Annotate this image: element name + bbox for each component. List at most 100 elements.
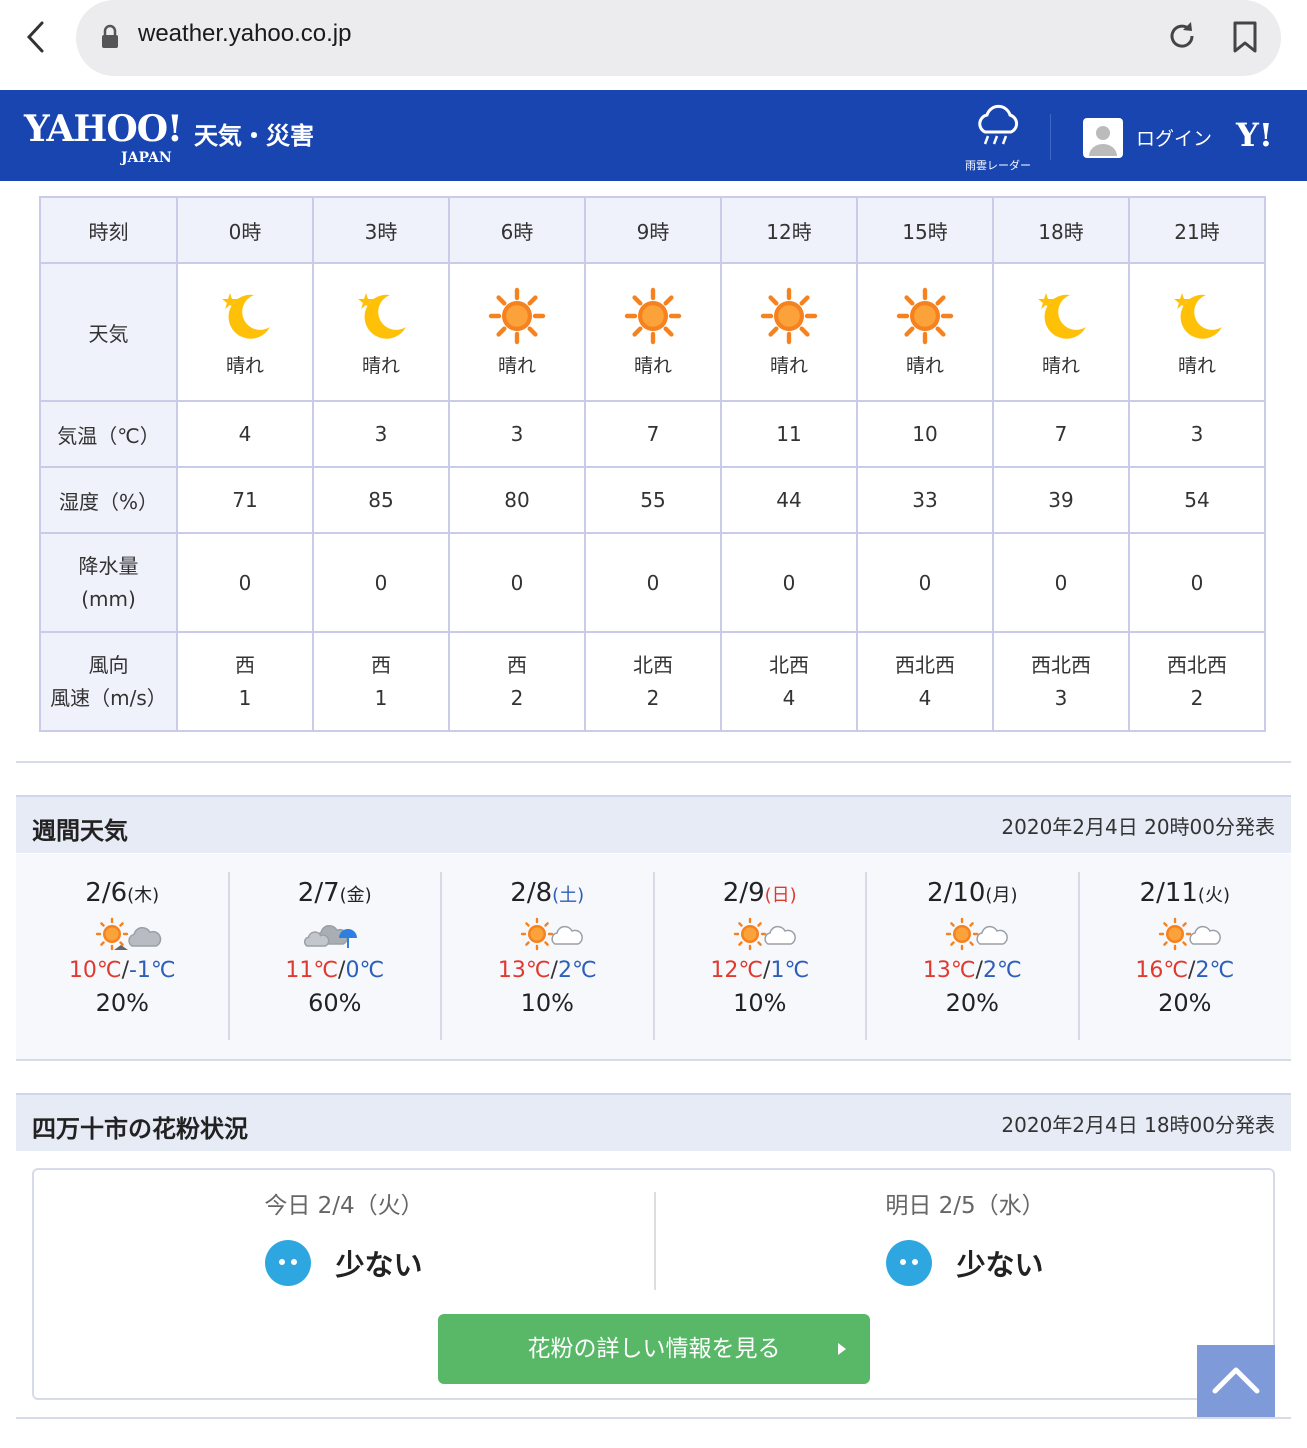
wind-speed: 2: [1190, 685, 1204, 710]
weather-cell: 晴れ: [1128, 262, 1266, 402]
week-dow: (火): [1197, 885, 1230, 906]
wind-speed: 1: [374, 685, 388, 710]
row-header-humidity: 湿度（%）: [39, 466, 178, 534]
precip-cell: 0: [312, 532, 450, 633]
precip-cell: 0: [856, 532, 994, 633]
humidity-cell: 33: [856, 466, 994, 534]
hourly-forecast-table: 時刻 0時 3時 6時 9時 12時 15時 18時 21時 天気 晴れ 晴れ …: [39, 196, 1266, 732]
precip-label: 降水量: [78, 553, 139, 578]
low-temp: 2℃: [982, 958, 1022, 983]
sun-cloud-icon: [1158, 917, 1221, 951]
week-day: 2/11(火) 16℃/2℃ 20%: [1079, 870, 1292, 1042]
pollen-panel: 今日 2/4（火） 少ない 明日 2/5（水） 少ない 花粉の詳しい情報を見る: [32, 1168, 1275, 1400]
weather-label: 晴れ: [633, 354, 672, 377]
low-temp: 1℃: [770, 958, 810, 983]
bookmark-icon[interactable]: [1230, 20, 1260, 54]
time-cell: 0時: [176, 196, 314, 264]
pollen-face-icon: [886, 1240, 933, 1286]
humidity-row: 湿度（%） 71 85 80 55 44 33 39 54: [39, 466, 1266, 534]
pollen-face-icon: [265, 1240, 312, 1286]
precip-cell: 0: [720, 532, 858, 633]
week-day: 2/7(金) 11℃/0℃ 60%: [229, 870, 442, 1042]
temp-cell: 10: [856, 400, 994, 468]
radar-label: 雨雲レーダー: [965, 159, 1031, 172]
humidity-cell: 80: [448, 466, 586, 534]
week-date: 2/11(火): [1079, 878, 1292, 908]
row-header-weather: 天気: [39, 262, 178, 402]
moon-icon: [1038, 292, 1086, 339]
scroll-to-top-button[interactable]: [1197, 1345, 1275, 1417]
logo-sub: JAPAN: [121, 150, 172, 166]
section-divider: [16, 1417, 1291, 1419]
avatar-icon[interactable]: [1083, 118, 1123, 158]
time-cell: 18時: [992, 196, 1130, 264]
precipitation-row: 降水量 (mm) 0 0 0 0 0 0 0 0: [39, 532, 1266, 633]
url-text[interactable]: weather.yahoo.co.jp: [138, 20, 351, 48]
pollen-tomorrow: 明日 2/5（水） 少ない: [655, 1186, 1275, 1286]
yahoo-y-logo[interactable]: Y!: [1236, 116, 1273, 154]
pollen-details-button[interactable]: 花粉の詳しい情報を見る: [438, 1314, 870, 1384]
week-dow: (土): [552, 885, 585, 906]
weather-label: 晴れ: [1177, 354, 1216, 377]
week-day: 2/6(木) 10℃/-1℃ 20%: [16, 870, 229, 1042]
wind-direction: 西北西: [1167, 652, 1227, 677]
high-temp: 10℃: [68, 958, 122, 983]
humidity-cell: 54: [1128, 466, 1266, 534]
weather-label: 晴れ: [769, 354, 808, 377]
sun-cloud-icon: [946, 917, 1009, 951]
chevron-up-icon: [1212, 1367, 1260, 1394]
time-cell: 6時: [448, 196, 586, 264]
wind-direction: 北西: [633, 652, 673, 677]
yahoo-weather-logo[interactable]: YAHOO! JAPAN 天気・災害: [24, 108, 314, 166]
high-temp: 13℃: [497, 958, 551, 983]
week-date-text: 2/8: [510, 878, 553, 908]
pollen-tomorrow-level: 少ない: [655, 1240, 1275, 1286]
pollen-level-text: 少ない: [335, 1248, 423, 1282]
low-temp: -1℃: [128, 958, 176, 983]
high-temp: 12℃: [710, 958, 764, 983]
precip-probability: 20%: [95, 989, 149, 1017]
sun-cloud-icon: [733, 917, 796, 951]
week-date-text: 2/6: [85, 878, 128, 908]
week-temp: 12℃/1℃: [654, 958, 867, 983]
wind-cell: 北西 4: [720, 631, 858, 732]
temp-cell: 3: [312, 400, 450, 468]
wind-dir-label: 風向: [88, 652, 129, 677]
wind-direction: 西北西: [895, 652, 955, 677]
weather-label: 晴れ: [497, 354, 536, 377]
precip-probability: 10%: [733, 989, 787, 1017]
temp-cell: 4: [176, 400, 314, 468]
weather-cell: 晴れ: [176, 262, 314, 402]
high-temp: 11℃: [285, 958, 339, 983]
wind-speed: 4: [918, 685, 932, 710]
humidity-cell: 44: [720, 466, 858, 534]
temp-cell: 7: [584, 400, 722, 468]
week-date-text: 2/7: [297, 878, 340, 908]
wind-cell: 西北西 2: [1128, 631, 1266, 732]
week-date: 2/9(日): [654, 878, 867, 908]
precip-cell: 0: [1128, 532, 1266, 633]
humidity-cell: 71: [176, 466, 314, 534]
wind-cell: 西北西 3: [992, 631, 1130, 732]
precip-cell: 0: [992, 532, 1130, 633]
sun-then-cloud-icon: [96, 917, 162, 951]
wind-speed: 2: [510, 685, 524, 710]
rain-radar-button[interactable]: 雨雲レーダー: [958, 102, 1038, 172]
logo-main: YAHOO!: [24, 108, 183, 150]
time-cell: 9時: [584, 196, 722, 264]
week-temp: 13℃/2℃: [866, 958, 1079, 983]
reload-icon[interactable]: [1164, 18, 1200, 54]
weather-label: 晴れ: [905, 354, 944, 377]
wind-direction: 西北西: [1031, 652, 1091, 677]
week-date-text: 2/11: [1139, 878, 1198, 908]
cloud-umbrella-icon: [303, 924, 357, 948]
week-day: 2/8(土) 13℃/2℃ 10%: [441, 870, 654, 1042]
week-day: 2/9(日) 12℃/1℃ 10%: [654, 870, 867, 1042]
weekly-forecast: 2/6(木) 10℃/-1℃ 20% 2/7(金) 11℃/0℃ 60% 2/8…: [16, 854, 1291, 1059]
pollen-section-header: 四万十市の花粉状況 2020年2月4日 18時00分発表: [16, 1093, 1291, 1151]
low-temp: 2℃: [557, 958, 597, 983]
sun-cloud-icon: [521, 917, 584, 951]
back-arrow-icon[interactable]: [22, 20, 52, 54]
login-link[interactable]: ログイン: [1136, 124, 1212, 151]
wind-speed: 1: [238, 685, 252, 710]
